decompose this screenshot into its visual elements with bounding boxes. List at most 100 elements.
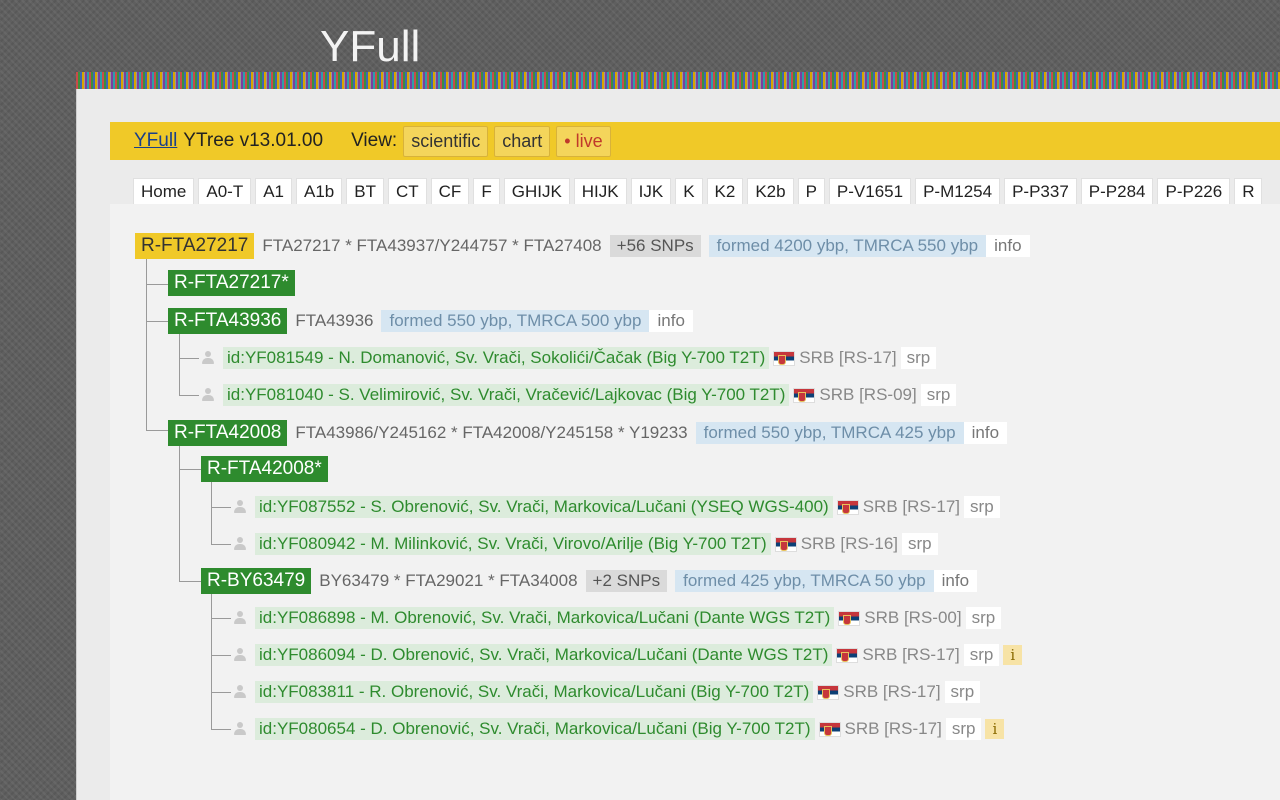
serbia-flag-icon xyxy=(818,721,841,737)
country-code: SRB [RS-16] xyxy=(800,534,898,553)
country-code: SRB [RS-17] xyxy=(844,719,942,738)
node-r-fta43936[interactable]: R-FTA43936 xyxy=(168,308,288,334)
serbia-flag-icon xyxy=(838,610,861,626)
tree-connector xyxy=(211,507,231,508)
tree-connector xyxy=(211,544,231,545)
sample-link[interactable]: id:YF083811 - R. Obrenović, Sv. Vrači, M… xyxy=(255,681,814,703)
person-icon xyxy=(233,648,247,662)
tab-k2b[interactable]: K2b xyxy=(747,178,794,204)
serbia-flag-icon xyxy=(774,536,797,552)
info-badge[interactable]: i xyxy=(1003,645,1023,665)
tree-connector xyxy=(211,655,231,656)
serbia-flag-icon xyxy=(817,684,840,700)
tree-connector xyxy=(179,358,199,359)
country-code: SRB [RS-09] xyxy=(819,385,917,404)
info-link[interactable]: info xyxy=(963,422,1008,444)
brand-link[interactable]: YFull xyxy=(134,130,177,152)
tab-p-p284[interactable]: P-P284 xyxy=(1080,178,1154,204)
tab-p-m1254[interactable]: P-M1254 xyxy=(915,178,1001,204)
info-link[interactable]: info xyxy=(649,310,693,332)
tree-connector xyxy=(179,445,180,581)
language-badge: srp xyxy=(964,496,1000,518)
tab-f[interactable]: F xyxy=(473,178,500,204)
tab-ghijk[interactable]: GHIJK xyxy=(503,178,570,204)
sample-link[interactable]: id:YF080654 - D. Obrenović, Sv. Vrači, M… xyxy=(255,718,815,740)
node-r-by63479[interactable]: R-BY63479 xyxy=(201,568,312,594)
serbia-flag-icon xyxy=(836,647,859,663)
extra-snps-badge[interactable]: +2 SNPs xyxy=(585,570,668,592)
tab-k[interactable]: K xyxy=(675,178,703,204)
sample-link[interactable]: id:YF080942 - M. Milinković, Sv. Vrači, … xyxy=(255,533,771,555)
tree-connector xyxy=(211,618,231,619)
formed-info: formed 550 ybp, TMRCA 425 ybp xyxy=(695,422,964,444)
node-snps: FTA27217 * FTA43937/Y244757 * FTA27408 xyxy=(262,236,602,255)
view-chart-button[interactable]: chart xyxy=(494,125,551,157)
tree-connector xyxy=(179,469,201,470)
sample-link[interactable]: id:YF087552 - S. Obrenović, Sv. Vrači, M… xyxy=(255,496,833,518)
person-icon xyxy=(201,351,215,365)
language-badge: srp xyxy=(902,533,938,555)
extra-snps-badge[interactable]: +56 SNPs xyxy=(609,235,701,257)
sample-row: id:YF080942 - M. Milinković, Sv. Vrači, … xyxy=(233,531,942,557)
node-r-fta42008[interactable]: R-FTA42008 xyxy=(168,420,288,446)
info-link[interactable]: info xyxy=(986,235,1030,257)
node-r-fta42008-star[interactable]: R-FTA42008* xyxy=(201,456,328,482)
country-code: SRB [RS-17] xyxy=(862,497,961,516)
node-snps: BY63479 * FTA29021 * FTA34008 xyxy=(319,571,578,590)
tab-p-p337[interactable]: P-P337 xyxy=(1004,178,1077,204)
sample-row: id:YF086094 - D. Obrenović, Sv. Vrači, M… xyxy=(233,642,1023,668)
tab-a0-t[interactable]: A0-T xyxy=(198,178,252,204)
tab-p-v1651[interactable]: P-V1651 xyxy=(828,178,912,204)
tree-node-row: R-FTA43936 FTA43936 formed 550 ybp, TMRC… xyxy=(168,308,693,334)
tab-k2[interactable]: K2 xyxy=(706,178,744,204)
view-scientific-button[interactable]: scientific xyxy=(403,125,489,157)
sample-link[interactable]: id:YF081549 - N. Domanović, Sv. Vrači, S… xyxy=(223,347,770,369)
language-badge: srp xyxy=(965,607,1002,629)
tab-a1[interactable]: A1 xyxy=(255,178,292,204)
sample-row: id:YF083811 - R. Obrenović, Sv. Vrači, M… xyxy=(233,679,984,705)
person-icon xyxy=(201,388,215,402)
language-badge: srp xyxy=(963,644,1000,666)
formed-info: formed 4200 ybp, TMRCA 550 ybp xyxy=(708,235,987,257)
sample-link[interactable]: id:YF086094 - D. Obrenović, Sv. Vrači, M… xyxy=(255,644,833,666)
node-r-fta27217-star[interactable]: R-FTA27217* xyxy=(168,270,295,296)
haplogroup-tabs: Home A0-T A1 A1b BT CT CF F GHIJK HIJK I… xyxy=(133,178,1280,204)
tab-ct[interactable]: CT xyxy=(387,178,427,204)
person-icon xyxy=(233,611,247,625)
info-badge[interactable]: i xyxy=(985,719,1005,739)
tree-connector xyxy=(146,321,168,322)
sample-row: id:YF086898 - M. Obrenović, Sv. Vrači, M… xyxy=(233,605,1005,631)
serbia-flag-icon xyxy=(773,350,796,366)
tree-node-row: R-FTA27217* xyxy=(168,270,303,296)
tab-r[interactable]: R xyxy=(1234,178,1263,204)
tab-ijk[interactable]: IJK xyxy=(630,178,672,204)
sample-row: id:YF080654 - D. Obrenović, Sv. Vrači, M… xyxy=(233,716,1005,742)
language-badge: srp xyxy=(900,347,937,369)
tree-connector xyxy=(179,581,201,582)
tab-bt[interactable]: BT xyxy=(346,178,384,204)
country-code: SRB [RS-17] xyxy=(843,682,941,701)
formed-info: formed 425 ybp, TMRCA 50 ybp xyxy=(675,570,934,592)
language-badge: srp xyxy=(920,384,957,406)
tab-p[interactable]: P xyxy=(797,178,825,204)
person-icon xyxy=(233,500,247,514)
tree-panel: R-FTA27217 FTA27217 * FTA43937/Y244757 *… xyxy=(110,204,1280,800)
info-link[interactable]: info xyxy=(933,570,978,592)
tab-a1b[interactable]: A1b xyxy=(296,178,343,204)
sample-link[interactable]: id:YF086898 - M. Obrenović, Sv. Vrači, M… xyxy=(255,607,835,629)
tab-p-p226[interactable]: P-P226 xyxy=(1157,178,1231,204)
tree-node-row: R-FTA42008 FTA43986/Y245162 * FTA42008/Y… xyxy=(168,420,1008,446)
tab-cf[interactable]: CF xyxy=(430,178,470,204)
node-r-fta27217[interactable]: R-FTA27217 xyxy=(135,233,255,259)
tab-home[interactable]: Home xyxy=(133,178,195,204)
tab-hijk[interactable]: HIJK xyxy=(573,178,627,204)
view-live-button[interactable]: • live xyxy=(556,125,611,157)
node-snps: FTA43986/Y245162 * FTA42008/Y245158 * Y1… xyxy=(295,423,688,442)
tree-node-row: R-FTA42008* xyxy=(201,456,336,482)
country-code: SRB [RS-17] xyxy=(862,645,960,664)
serbia-flag-icon xyxy=(793,387,816,403)
sample-link[interactable]: id:YF081040 - S. Velimirović, Sv. Vrači,… xyxy=(223,384,790,406)
person-icon xyxy=(233,685,247,699)
node-snps: FTA43936 xyxy=(295,311,374,330)
top-bar: YFull YTree v13.01.00 View: scientific c… xyxy=(110,122,1280,160)
